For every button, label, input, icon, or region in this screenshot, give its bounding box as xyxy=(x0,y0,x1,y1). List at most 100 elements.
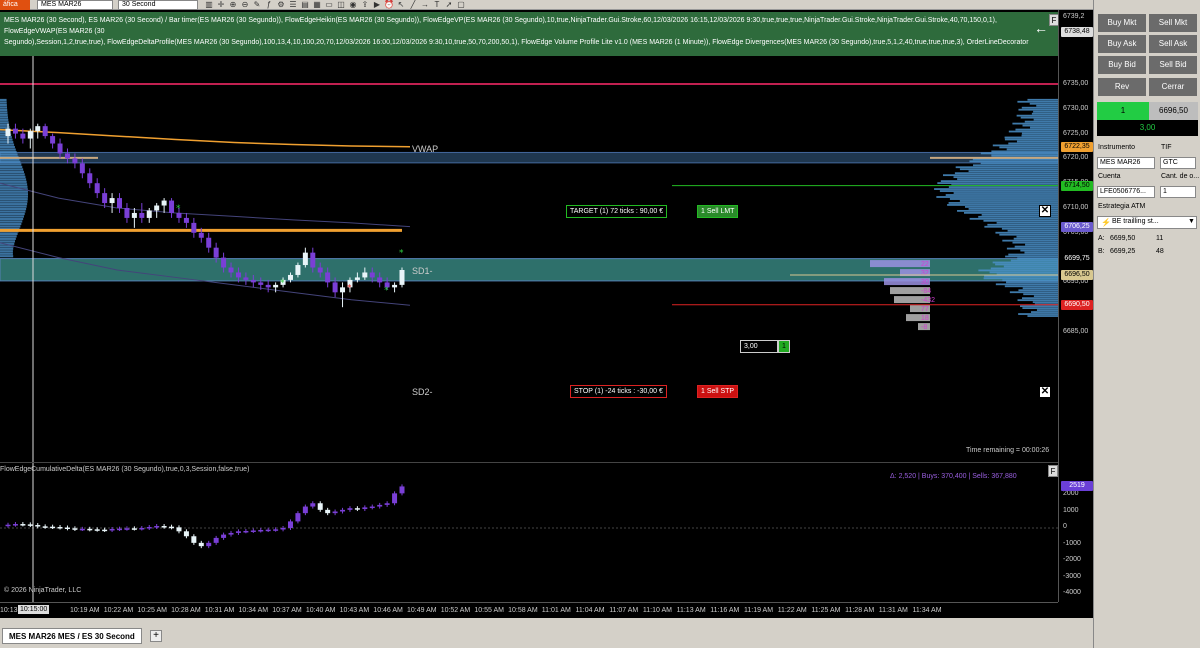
position-marker[interactable]: 1 xyxy=(778,340,790,353)
template-icon[interactable]: ▤ xyxy=(300,0,310,10)
volume-bar xyxy=(0,153,18,156)
instrument-select[interactable]: MES MAR26 xyxy=(1097,157,1155,169)
cd-bar xyxy=(50,526,56,529)
volume-bar xyxy=(0,180,27,183)
replay-icon[interactable]: ▶ xyxy=(372,0,382,10)
cd-bar xyxy=(221,534,227,538)
cd-bar xyxy=(310,503,316,507)
volume-bar xyxy=(1022,307,1058,309)
collapse-arrow-icon[interactable]: ← xyxy=(1034,20,1048,36)
data-box-icon[interactable]: ▦ xyxy=(312,0,322,10)
position-qty[interactable]: 3,00 xyxy=(740,340,778,353)
rect-icon[interactable]: ▢ xyxy=(456,0,466,10)
cd-f-button[interactable]: F xyxy=(1048,465,1058,477)
candle-body xyxy=(35,126,41,132)
buy-market-button[interactable]: Buy Mkt xyxy=(1098,14,1146,32)
order-qty-label: Cant. de o... xyxy=(1161,173,1200,180)
volume-bar xyxy=(0,165,23,169)
price-chart[interactable]: 22 32 30 -84 -432 77 18 -8 * * * * * VWAP SD1- SD2- … xyxy=(0,56,1058,462)
show-tabs-icon[interactable]: ▭ xyxy=(324,0,334,10)
volume-bar xyxy=(1004,136,1058,139)
price-tag-high: 6738,48 xyxy=(1061,27,1093,37)
account-select[interactable]: LFE0506776... xyxy=(1097,186,1155,198)
time-label: 10:40 AM xyxy=(305,607,336,614)
atm-strategy-select[interactable]: ⚡ BE trailling st... ▼ xyxy=(1097,216,1197,229)
sell-ask-button[interactable]: Sell Ask xyxy=(1149,35,1197,53)
bars-icon[interactable]: ▥ xyxy=(204,0,214,10)
cancel-stop-icon[interactable]: ✕ xyxy=(1039,386,1051,398)
volume-bar xyxy=(984,225,1058,228)
position-quantity: 1 xyxy=(1097,102,1149,120)
zoom-out-icon[interactable]: ⊖ xyxy=(240,0,250,10)
volume-bar xyxy=(969,217,1058,220)
volume-bar xyxy=(0,170,24,173)
reverse-button[interactable]: Rev xyxy=(1098,78,1146,96)
candle-body xyxy=(191,222,197,233)
indicator-icon[interactable]: ƒ xyxy=(264,0,274,10)
interval-selector[interactable]: 30 Second xyxy=(118,0,198,10)
volume-bar xyxy=(0,113,8,116)
volume-bar xyxy=(0,203,28,206)
chart-tab[interactable]: MES MAR26 MES / ES 30 Second xyxy=(2,628,142,644)
volume-bar xyxy=(1007,229,1058,232)
divergence-marker-icon: * xyxy=(384,286,389,296)
sell-bid-button[interactable]: Sell Bid xyxy=(1149,56,1197,74)
candle-body xyxy=(325,272,331,283)
line-icon[interactable]: ╱ xyxy=(408,0,418,10)
alert-icon[interactable]: ⏰ xyxy=(384,0,394,10)
volume-bar xyxy=(0,208,27,211)
price-label: 6685,00 xyxy=(1063,328,1089,335)
crosshair-icon[interactable]: ✛ xyxy=(216,0,226,10)
price-tag-vwap: 6722,35 xyxy=(1061,141,1093,152)
chart-toolbar: áfica MES MAR26 30 Second ▥ ✛ ⊕ ⊖ ✎ ƒ ⚙ ☰ ▤ ▦ ▭ ◫ ◉ ⇪… xyxy=(0,0,1093,10)
price-axis[interactable]: 6739,26735,006730,006725,006720,006715,0… xyxy=(1058,10,1093,602)
properties-icon[interactable]: ☰ xyxy=(288,0,298,10)
chart-trader-icon[interactable]: ◫ xyxy=(336,0,346,10)
close-position-button[interactable]: Cerrar xyxy=(1149,78,1197,96)
cumulative-delta-panel[interactable]: FlowEdgeCumulativeDelta(ES MAR26 (30 Seg… xyxy=(0,462,1058,602)
window-tab[interactable]: áfica xyxy=(0,0,30,10)
cancel-target-icon[interactable]: ✕ xyxy=(1039,205,1051,217)
candle-body xyxy=(12,128,18,134)
candle-body xyxy=(87,173,93,184)
instrument-label: Instrumento xyxy=(1098,144,1135,151)
draw-icon[interactable]: ✎ xyxy=(252,0,262,10)
zoom-in-icon[interactable]: ⊕ xyxy=(228,0,238,10)
stop-label[interactable]: STOP (1) -24 ticks : -30,00 € xyxy=(570,385,667,398)
ray-icon[interactable]: → xyxy=(420,0,430,10)
candle-body xyxy=(154,205,160,211)
instrument-selector[interactable]: MES MAR26 xyxy=(37,0,113,10)
volume-bar xyxy=(968,170,1058,173)
candle-body xyxy=(139,212,145,218)
order-qty-input[interactable]: 1 xyxy=(1160,186,1196,198)
buy-ask-button[interactable]: Buy Ask xyxy=(1098,35,1146,53)
time-axis[interactable]: 10:13 A 10:15:00 10:19 AM 10:22 AM 10:25 AM 1… xyxy=(0,602,1058,618)
chevron-down-icon: ▼ xyxy=(1188,218,1195,225)
text-icon[interactable]: T xyxy=(432,0,442,10)
cd-bar xyxy=(399,486,405,494)
arrow-icon[interactable]: ➚ xyxy=(444,0,454,10)
snapshot-icon[interactable]: ◉ xyxy=(348,0,358,10)
volume-bar xyxy=(1022,297,1058,300)
pointer-icon[interactable]: ↖ xyxy=(396,0,406,10)
candle-body xyxy=(27,131,33,139)
tif-select[interactable]: GTC xyxy=(1160,157,1196,169)
bid-label: B: xyxy=(1098,248,1105,255)
volume-bar xyxy=(995,231,1058,234)
sell-market-button[interactable]: Sell Mkt xyxy=(1149,14,1197,32)
target-label[interactable]: TARGET (1) 72 ticks : 90,00 € xyxy=(566,205,668,218)
candle-body xyxy=(273,284,279,288)
volume-bar xyxy=(1018,313,1058,315)
target-order-button[interactable]: 1 Sell LMT xyxy=(697,205,739,218)
stop-order-button[interactable]: 1 Sell STP xyxy=(697,385,739,398)
strategy-icon[interactable]: ⚙ xyxy=(276,0,286,10)
candle-body xyxy=(5,128,11,137)
time-label: 11:31 AM xyxy=(878,607,908,614)
add-tab-button[interactable]: + xyxy=(150,630,162,642)
buy-bid-button[interactable]: Buy Bid xyxy=(1098,56,1146,74)
atm-strategy-label: Estrategia ATM xyxy=(1098,203,1146,210)
share-icon[interactable]: ⇪ xyxy=(360,0,370,10)
volume-bar xyxy=(957,178,1058,181)
volume-bar xyxy=(1036,104,1058,107)
cd-bar xyxy=(169,526,175,529)
